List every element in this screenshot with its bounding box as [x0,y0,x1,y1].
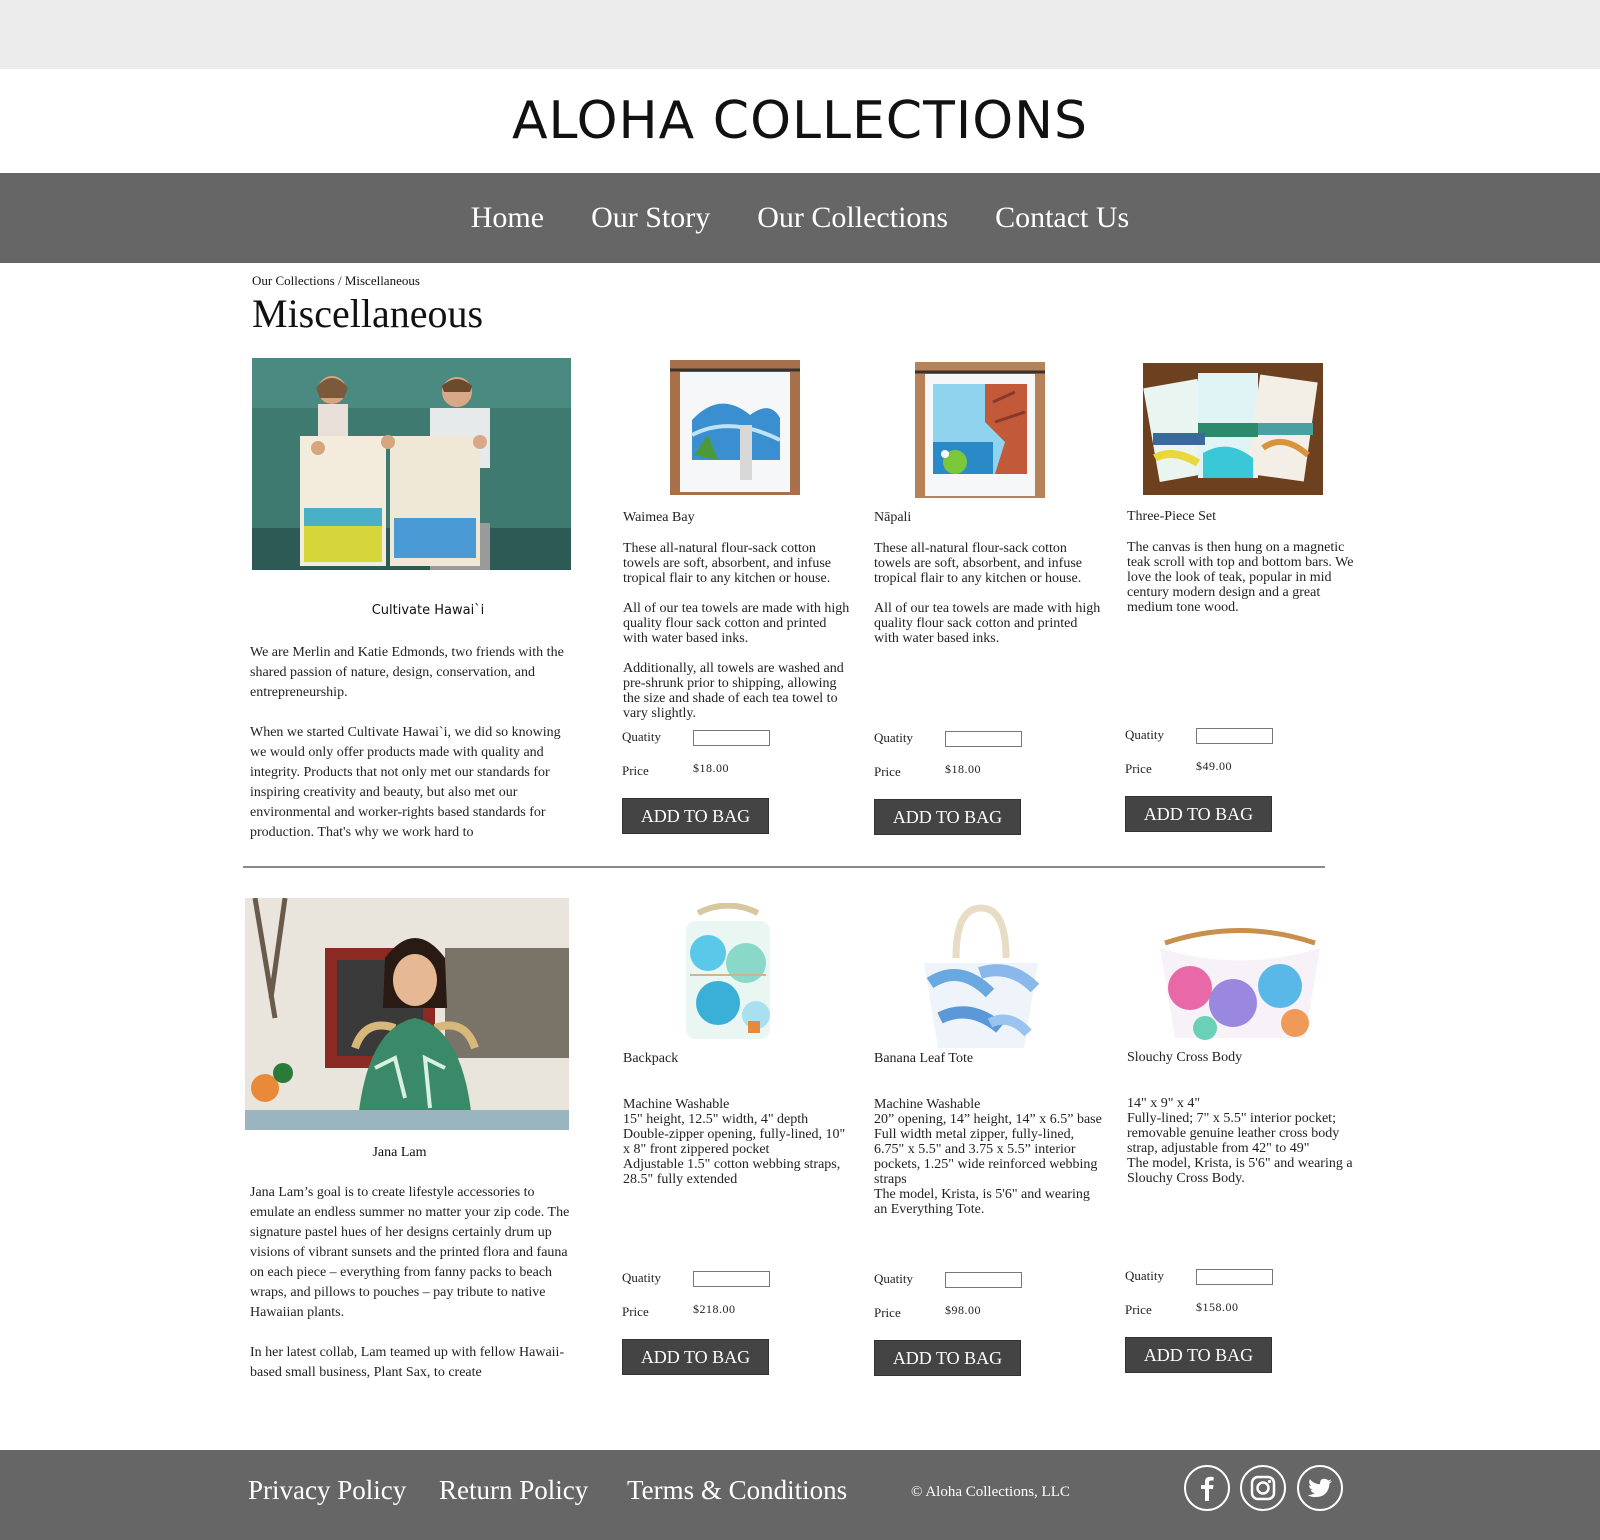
product-name-waimea-bay[interactable]: Waimea Bay [623,510,695,526]
quantity-input-slouchy-cross-body[interactable] [1196,1269,1273,1285]
slouchy-cross-body-image[interactable] [1155,928,1325,1043]
banana-leaf-tote-image[interactable] [920,903,1042,1048]
add-to-bag-button-waimea-bay[interactable]: ADD TO BAG [622,798,769,834]
quantity-label: Quatity [1125,727,1164,742]
breadcrumb-current: Miscellaneous [344,273,420,288]
product-description-backpack: Machine Washable 15" height, 12.5" width… [623,1097,846,1187]
price-value-banana-leaf-tote: $98.00 [945,1303,981,1317]
price-label: Price [874,764,901,779]
product-name-slouchy-cross-body[interactable]: Slouchy Cross Body [1127,1050,1242,1066]
instagram-icon[interactable] [1240,1465,1286,1511]
add-to-bag-button-backpack[interactable]: ADD TO BAG [622,1339,769,1375]
add-to-bag-button-napali[interactable]: ADD TO BAG [874,799,1021,835]
quantity-input-backpack[interactable] [693,1271,770,1287]
product-description-waimea-bay: These all-natural flour-sack cotton towe… [623,541,850,721]
copyright-text: © Aloha Collections, LLC [911,1484,1070,1500]
quantity-label: Quatity [622,1270,661,1285]
product-name-backpack[interactable]: Backpack [623,1051,678,1067]
price-value-waimea-bay: $18.00 [693,761,729,775]
product-name-banana-leaf-tote[interactable]: Banana Leaf Tote [874,1051,973,1067]
waimea-bay-tea-towel-image[interactable] [670,360,800,495]
section-divider [243,866,1325,868]
price-label: Price [622,763,649,778]
breadcrumb-parent-link[interactable]: Our Collections [252,273,335,288]
product-description-napali: These all-natural flour-sack cotton towe… [874,541,1101,646]
price-value-backpack: $218.00 [693,1302,736,1316]
price-label: Price [622,1304,649,1319]
section-2-caption: Jana Lam [372,1145,427,1160]
section-2-bio: Jana Lam’s goal is to create lifestyle a… [250,1183,570,1381]
section-1-bio: We are Merlin and Katie Edmonds, two fri… [250,643,570,841]
twitter-icon[interactable] [1297,1465,1343,1511]
product-description-slouchy-cross-body: 14" x 9" x 4" Fully-lined; 7" x 5.5" int… [1127,1096,1353,1186]
quantity-label: Quatity [622,729,661,744]
bio-paragraph: Jana Lam’s goal is to create lifestyle a… [250,1185,570,1320]
add-to-bag-button-three-piece-set[interactable]: ADD TO BAG [1125,796,1272,832]
quantity-input-waimea-bay[interactable] [693,730,770,746]
add-to-bag-button-banana-leaf-tote[interactable]: ADD TO BAG [874,1340,1021,1376]
price-label: Price [1125,761,1152,776]
add-to-bag-button-slouchy-cross-body[interactable]: ADD TO BAG [1125,1337,1272,1373]
price-label: Price [1125,1302,1152,1317]
quantity-label: Quatity [874,730,913,745]
bio-paragraph: In her latest collab, Lam teamed up with… [250,1345,565,1380]
price-value-napali: $18.00 [945,762,981,776]
breadcrumb-separator: / [337,273,342,288]
site-logo[interactable]: ALOHA COLLECTIONS [0,69,1600,173]
footer-return-policy-link[interactable]: Return Policy [439,1475,588,1506]
footer-terms-conditions-link[interactable]: Terms & Conditions [627,1475,847,1506]
price-label: Price [874,1305,901,1320]
product-description-banana-leaf-tote: Machine Washable 20” opening, 14” height… [874,1097,1102,1217]
price-value-three-piece-set: $49.00 [1196,759,1232,773]
couple-holding-tea-towels-photo [252,358,571,570]
site-footer: Privacy Policy Return Policy Terms & Con… [0,1450,1600,1540]
nav-our-story[interactable]: Our Story [591,201,710,235]
breadcrumb: Our Collections / Miscellaneous [252,273,420,289]
quantity-input-three-piece-set[interactable] [1196,728,1273,744]
quantity-input-napali[interactable] [945,731,1022,747]
facebook-icon[interactable] [1184,1465,1230,1511]
browser-top-bar [0,0,1600,69]
page-title: Miscellaneous [252,291,484,336]
bio-paragraph: We are Merlin and Katie Edmonds, two fri… [250,645,564,700]
price-value-slouchy-cross-body: $158.00 [1196,1300,1239,1314]
product-name-napali[interactable]: Nāpali [874,510,911,526]
nav-home[interactable]: Home [471,201,544,235]
bio-paragraph: When we started Cultivate Hawai`i, we di… [250,725,561,840]
napali-tea-towel-image[interactable] [915,362,1045,498]
section-1-caption: Cultivate Hawai`i [371,603,485,618]
product-description-three-piece-set: The canvas is then hung on a magnetic te… [1127,540,1354,615]
quantity-label: Quatity [874,1271,913,1286]
nav-contact-us[interactable]: Contact Us [995,201,1129,235]
nav-our-collections[interactable]: Our Collections [757,201,948,235]
quantity-input-banana-leaf-tote[interactable] [945,1272,1022,1288]
three-piece-set-image[interactable] [1143,363,1323,495]
main-nav: Home Our Story Our Collections Contact U… [0,173,1600,263]
jana-lam-portrait-photo [245,898,569,1130]
quantity-label: Quatity [1125,1268,1164,1283]
footer-privacy-policy-link[interactable]: Privacy Policy [248,1475,406,1506]
backpack-image[interactable] [668,902,788,1048]
product-name-three-piece-set[interactable]: Three-Piece Set [1127,509,1216,525]
